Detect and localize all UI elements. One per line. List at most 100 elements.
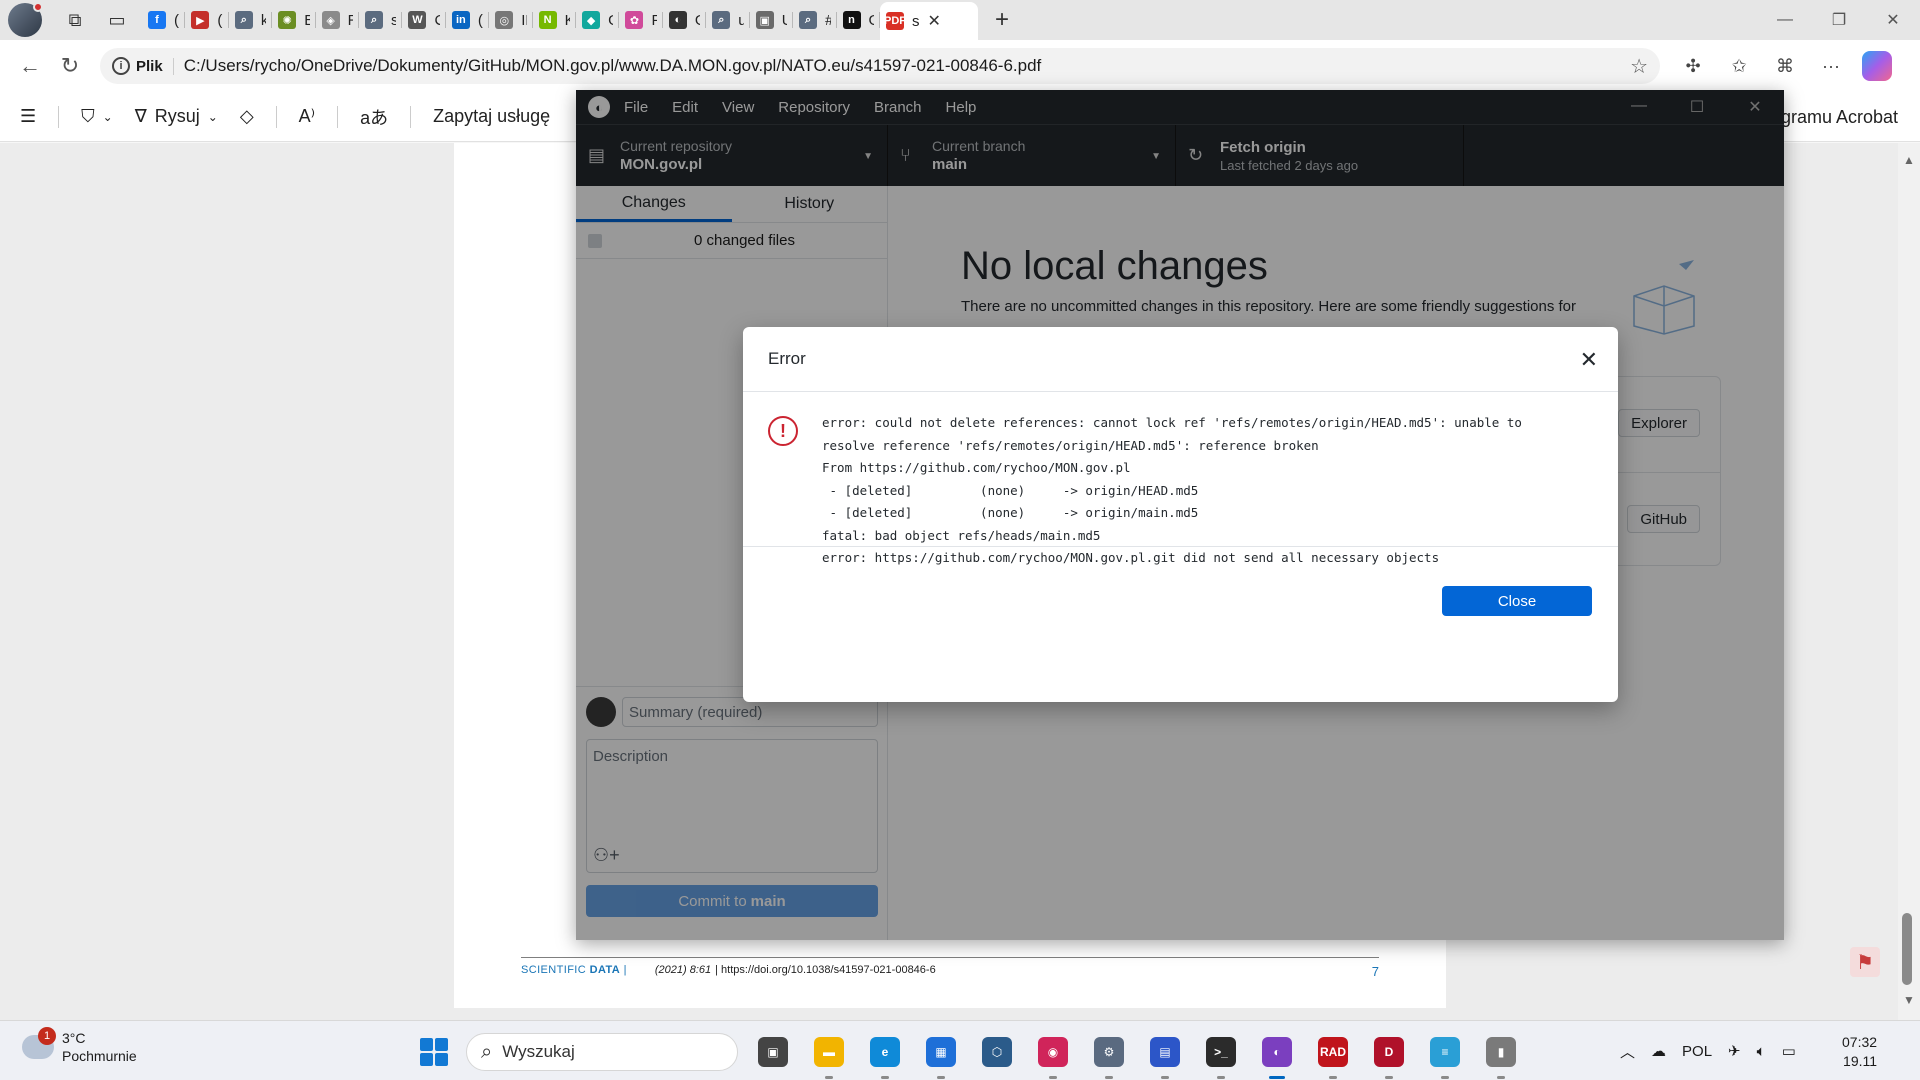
browser-tab[interactable]: ⌕ #Geo: xyxy=(793,3,837,37)
minimize-button[interactable]: — xyxy=(1758,0,1812,40)
taskbar-search[interactable]: ⌕ Wyszukaj xyxy=(466,1033,738,1071)
onedrive-icon[interactable]: ☁ xyxy=(1651,1042,1666,1060)
browser-tab[interactable]: ✺ Breakt xyxy=(272,3,316,37)
github-desktop-icon: ◐ xyxy=(1262,1037,1292,1067)
url-text[interactable]: C:/Users/rycho/OneDrive/Dokumenty/GitHub… xyxy=(184,56,1630,76)
favorites-icon[interactable]: ✩ xyxy=(1720,47,1758,85)
close-window-button[interactable]: ✕ xyxy=(1866,0,1920,40)
browser-tab[interactable]: N Karta xyxy=(533,3,577,37)
refresh-button[interactable]: ↻ xyxy=(50,46,90,86)
battery-icon[interactable]: ▭ xyxy=(1782,1042,1796,1060)
browser-tab[interactable]: W Childr xyxy=(402,3,446,37)
translate-icon[interactable]: aあ xyxy=(360,104,388,130)
url-field[interactable]: i Plik C:/Users/rycho/OneDrive/Dokumenty… xyxy=(100,48,1660,84)
notion-icon: n xyxy=(842,11,861,29)
new-tab-button[interactable]: + xyxy=(984,3,1020,37)
browser-tab[interactable]: ◈ RIPE N xyxy=(316,3,360,37)
airplane-icon[interactable]: ✈ xyxy=(1728,1042,1741,1060)
copilot-icon[interactable] xyxy=(1858,47,1896,85)
start-button[interactable] xyxy=(420,1038,448,1066)
tab-title: GDIS, xyxy=(869,12,874,29)
browser-tab[interactable]: ▶ (134) Y xyxy=(185,3,229,37)
browser-tab[interactable]: ◎ IMG_2 xyxy=(489,3,533,37)
scroll-down-icon[interactable]: ▼ xyxy=(1903,993,1915,1007)
usb-icon: ▮ xyxy=(1486,1037,1516,1067)
taskbar-app[interactable]: ⬡ xyxy=(976,1031,1018,1073)
browser-tab[interactable]: ◆ Gener xyxy=(576,3,620,37)
profile-avatar[interactable] xyxy=(8,2,43,37)
browser-tab[interactable]: ⌕ karty p xyxy=(229,3,273,37)
browser-tab[interactable]: ⌕ sadak xyxy=(359,3,403,37)
browser-tab[interactable]: in (38) K xyxy=(446,3,490,37)
taskbar-app[interactable]: ▣ xyxy=(752,1031,794,1073)
address-bar: ← ↻ i Plik C:/Users/rycho/OneDrive/Dokum… xyxy=(0,40,1920,92)
scrcpy-icon: ◉ xyxy=(1038,1037,1068,1067)
workspaces-icon[interactable]: ⧉ xyxy=(58,3,92,37)
acrobat-icon[interactable]: ⚑ xyxy=(1850,947,1880,977)
tab-title: (15) Fa xyxy=(174,11,179,29)
notepad-icon: ≡ xyxy=(1430,1037,1460,1067)
taskbar: 1 3°C Pochmurnie ⌕ Wyszukaj ▣ ▬ e ▦ ⬡ ◉ ⚙ ▤ >_ ◐ R… xyxy=(0,1020,1920,1080)
read-aloud-icon[interactable]: A⁾ xyxy=(299,106,315,127)
taskbar-app[interactable]: RAD xyxy=(1312,1031,1354,1079)
taskbar-app[interactable]: ⚙ xyxy=(1088,1031,1130,1079)
notification-dot xyxy=(33,2,43,12)
highlight-icon[interactable]: ⛉ ⌄ xyxy=(81,106,113,127)
eraser-icon[interactable]: ◇ xyxy=(240,106,254,127)
tab-title: s xyxy=(912,12,920,30)
acrobat-link[interactable]: gramu Acrobat xyxy=(1781,107,1898,128)
browser-tab[interactable]: f (15) Fa xyxy=(142,3,186,37)
page-number: 7 xyxy=(1371,964,1379,979)
close-tab-icon[interactable]: ✕ xyxy=(928,11,941,31)
language-indicator[interactable]: POL xyxy=(1682,1043,1712,1060)
draw-button[interactable]: ∇ Rysuj ⌄ xyxy=(135,106,218,127)
task-view-icon: ▣ xyxy=(758,1037,788,1067)
running-indicator xyxy=(1497,1076,1505,1079)
collections-icon[interactable]: ⌘ xyxy=(1766,47,1804,85)
tab-actions-icon[interactable]: ▭ xyxy=(100,3,134,37)
back-button[interactable]: ← xyxy=(10,46,50,86)
taskbar-app[interactable]: e xyxy=(864,1031,906,1079)
chevron-up-icon[interactable]: ︿ xyxy=(1620,1041,1635,1062)
extensions-icon[interactable]: ✣ xyxy=(1674,47,1712,85)
tab-title: Pij sie xyxy=(651,11,657,29)
divider xyxy=(337,105,339,128)
taskbar-app[interactable]: >_ xyxy=(1200,1031,1242,1079)
taskbar-app[interactable]: ≡ xyxy=(1424,1031,1466,1079)
weather-widget[interactable]: 1 3°C Pochmurnie xyxy=(22,1027,137,1065)
taskbar-app[interactable]: ◉ xyxy=(1032,1031,1074,1079)
doi-link[interactable]: | https://doi.org/10.1038/s41597-021-008… xyxy=(715,964,936,979)
facebook-icon: f xyxy=(148,11,166,29)
volume-icon[interactable]: 🔈︎ xyxy=(1757,1043,1766,1060)
browser-tab[interactable]: ⌕ unix c xyxy=(706,3,750,37)
taskbar-app[interactable]: ▬ xyxy=(808,1031,850,1079)
browser-tab[interactable]: ▣ UNIX xyxy=(750,3,794,37)
info-icon[interactable]: i xyxy=(112,57,130,75)
divider xyxy=(58,105,60,128)
browser-tab[interactable]: ◐ Gener xyxy=(663,3,707,37)
browser-tab[interactable]: n GDIS, xyxy=(837,3,880,37)
search-icon: ⌕ xyxy=(365,11,384,29)
scroll-up-icon[interactable]: ▲ xyxy=(1903,153,1915,167)
browser-tab[interactable]: ✿ Pij sie xyxy=(619,3,663,37)
running-indicator xyxy=(1269,1076,1285,1079)
palette-icon: ✿ xyxy=(625,11,644,29)
tab-title: (134) Y xyxy=(217,11,223,29)
taskbar-app[interactable]: D xyxy=(1368,1031,1410,1079)
ask-copilot-button[interactable]: Zapytaj usługę xyxy=(433,106,550,127)
scroll-thumb[interactable] xyxy=(1902,913,1912,985)
favorite-star-icon[interactable]: ☆ xyxy=(1630,54,1648,79)
tab-active[interactable]: PDF s ✕ xyxy=(880,2,978,40)
restore-button[interactable]: ❐ xyxy=(1812,0,1866,40)
taskbar-app[interactable]: ▤ xyxy=(1144,1031,1186,1079)
taskbar-app[interactable]: ▮ xyxy=(1480,1031,1522,1079)
taskbar-app[interactable]: ▦ xyxy=(920,1031,962,1079)
close-icon[interactable]: ✕ xyxy=(1580,347,1598,373)
ask-label: Zapytaj usługę xyxy=(433,106,551,126)
pdf-scrollbar[interactable]: ▲ ▼ xyxy=(1898,143,1920,1020)
more-menu-icon[interactable]: ··· xyxy=(1812,47,1850,85)
clock[interactable]: 07:32 19.11 xyxy=(1842,1033,1877,1071)
close-button[interactable]: Close xyxy=(1442,586,1592,616)
taskbar-app[interactable]: ◐ xyxy=(1256,1031,1298,1079)
contents-icon[interactable]: ☰ xyxy=(20,106,36,127)
